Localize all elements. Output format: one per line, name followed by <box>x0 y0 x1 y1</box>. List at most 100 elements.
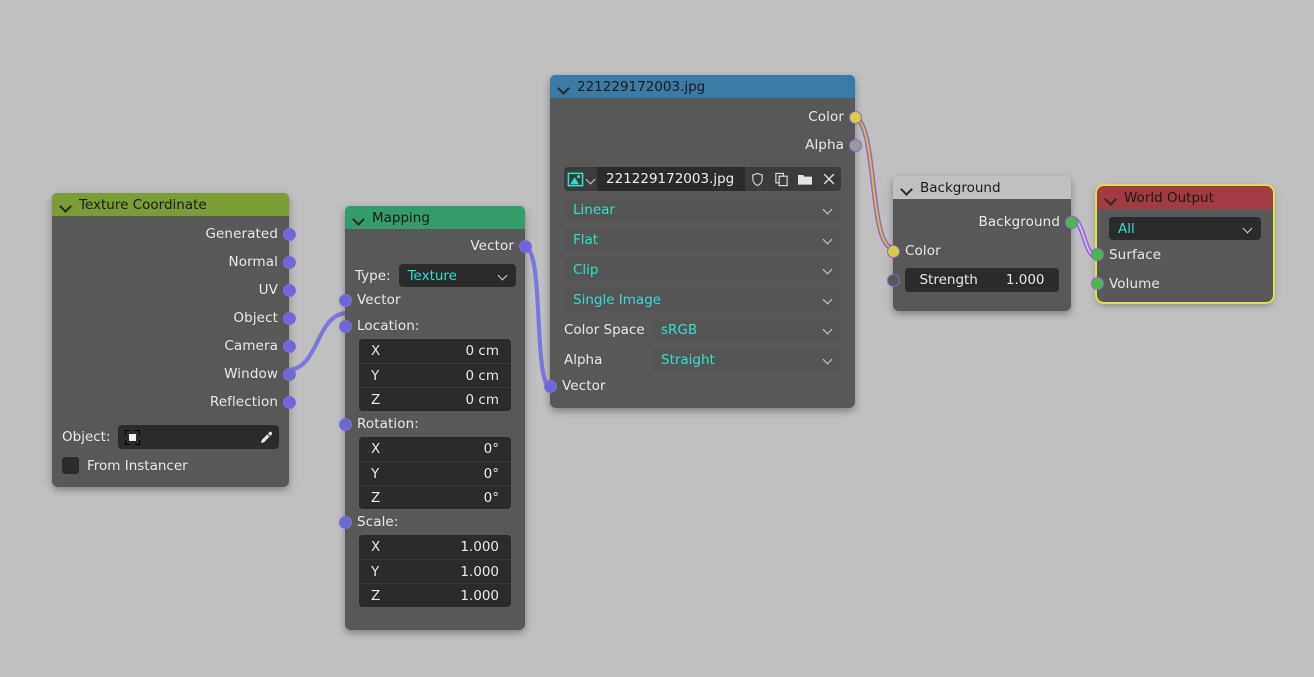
socket-row-object[interactable]: Object <box>52 304 296 332</box>
target-value: All <box>1118 220 1135 237</box>
socket-row-location[interactable]: Location: <box>338 313 525 339</box>
socket-row-volume[interactable]: Volume <box>1090 269 1273 298</box>
alpha-mode-value: Straight <box>661 351 715 368</box>
alpha-mode-label: Alpha <box>564 351 603 368</box>
image-datablock-name[interactable]: 221229172003.jpg <box>597 167 745 191</box>
node-background[interactable]: Background Background Color Strength 1.0… <box>886 176 1078 311</box>
node-header-mapping[interactable]: Mapping <box>345 206 525 229</box>
socket-label-window: Window <box>224 366 278 382</box>
input-socket-color[interactable] <box>886 244 900 258</box>
node-world-output[interactable]: World Output All Surface Volume <box>1090 184 1275 304</box>
location-z-field[interactable]: Z 0 cm <box>359 387 511 411</box>
type-dropdown-value: Texture <box>407 267 457 284</box>
input-socket-location[interactable] <box>338 319 352 333</box>
unlink-image-button[interactable] <box>817 167 841 191</box>
socket-row-color-input[interactable]: Color <box>886 236 1071 266</box>
socket-row-scale[interactable]: Scale: <box>338 509 525 535</box>
node-mapping[interactable]: Mapping Vector Type: Texture Vector Loca… <box>338 206 532 630</box>
socket-row-vector-input[interactable]: Vector <box>338 287 525 313</box>
projection-dropdown[interactable]: Flat <box>564 228 841 251</box>
chevron-down-icon[interactable] <box>558 81 570 93</box>
color-space-value: sRGB <box>661 321 698 338</box>
target-dropdown[interactable]: All <box>1109 217 1261 240</box>
input-socket-scale[interactable] <box>338 515 352 529</box>
output-socket-generated[interactable] <box>282 227 296 241</box>
location-y-field[interactable]: Y 0 cm <box>359 363 511 387</box>
extension-dropdown[interactable]: Clip <box>564 258 841 281</box>
object-field[interactable] <box>117 425 279 449</box>
source-dropdown[interactable]: Single Image <box>564 288 841 311</box>
socket-row-reflection[interactable]: Reflection <box>52 388 296 416</box>
type-dropdown[interactable]: Texture <box>398 264 516 287</box>
node-editor-canvas[interactable]: Texture Coordinate Generated Normal UV O… <box>0 0 1314 677</box>
rotation-z-field[interactable]: Z 0° <box>359 485 511 509</box>
node-header-background[interactable]: Background <box>893 176 1071 199</box>
input-socket-surface[interactable] <box>1090 248 1104 261</box>
color-space-dropdown[interactable]: sRGB <box>652 318 841 341</box>
link-imagetex-color-to-background-color-core <box>852 116 894 249</box>
fake-user-button[interactable] <box>745 167 769 191</box>
socket-row-normal[interactable]: Normal <box>52 248 296 276</box>
input-socket-volume[interactable] <box>1090 277 1104 290</box>
open-image-button[interactable] <box>793 167 817 191</box>
input-socket-vector[interactable] <box>543 379 557 393</box>
output-socket-vector[interactable] <box>518 239 532 253</box>
socket-row-surface[interactable]: Surface <box>1090 240 1273 269</box>
node-header-world-output[interactable]: World Output <box>1097 186 1273 209</box>
output-socket-uv[interactable] <box>282 283 296 297</box>
socket-row-window[interactable]: Window <box>52 360 296 388</box>
socket-row-generated[interactable]: Generated <box>52 220 296 248</box>
socket-row-rotation[interactable]: Rotation: <box>338 411 525 437</box>
node-header-texture-coordinate[interactable]: Texture Coordinate <box>52 193 289 216</box>
output-socket-background[interactable] <box>1064 215 1078 229</box>
output-socket-window[interactable] <box>282 367 296 381</box>
socket-label-reflection: Reflection <box>209 394 278 410</box>
link-mapping-vector-to-imagetex-vector <box>524 245 553 392</box>
eyedropper-icon[interactable] <box>258 430 273 445</box>
rotation-y-field[interactable]: Y 0° <box>359 461 511 485</box>
alpha-mode-dropdown[interactable]: Straight <box>652 348 841 371</box>
color-space-label: Color Space <box>564 321 645 338</box>
node-image-texture[interactable]: 221229172003.jpg Color Alpha 22122917200… <box>543 75 862 408</box>
rotation-x-field[interactable]: X 0° <box>359 437 511 461</box>
socket-row-background-output[interactable]: Background <box>893 208 1078 236</box>
output-socket-color[interactable] <box>848 110 862 124</box>
socket-row-vector-output[interactable]: Vector <box>345 232 532 260</box>
node-texture-coordinate[interactable]: Texture Coordinate Generated Normal UV O… <box>52 193 296 487</box>
input-socket-strength[interactable] <box>886 273 900 287</box>
rotation-fields: X 0° Y 0° Z 0° <box>359 437 511 509</box>
interpolation-dropdown[interactable]: Linear <box>564 198 841 221</box>
strength-field[interactable]: Strength 1.000 <box>905 268 1059 292</box>
rotation-x-value: 0° <box>483 441 499 457</box>
socket-row-vector-input[interactable]: Vector <box>543 371 855 401</box>
chevron-down-icon <box>498 270 509 281</box>
rotation-x-axis: X <box>371 441 381 457</box>
input-socket-vector[interactable] <box>338 293 352 307</box>
image-datablock-browse-button[interactable] <box>564 167 597 191</box>
node-header-image-texture[interactable]: 221229172003.jpg <box>550 75 855 98</box>
chevron-down-icon <box>823 324 834 335</box>
socket-row-camera[interactable]: Camera <box>52 332 296 360</box>
chevron-down-icon[interactable] <box>60 199 72 211</box>
output-socket-object[interactable] <box>282 311 296 325</box>
input-socket-rotation[interactable] <box>338 417 352 431</box>
scale-y-field[interactable]: Y 1.000 <box>359 559 511 583</box>
socket-row-uv[interactable]: UV <box>52 276 296 304</box>
duplicate-datablock-button[interactable] <box>769 167 793 191</box>
location-x-field[interactable]: X 0 cm <box>359 339 511 363</box>
socket-row-alpha-output[interactable]: Alpha <box>550 131 862 159</box>
scale-z-field[interactable]: Z 1.000 <box>359 583 511 607</box>
from-instancer-checkbox[interactable] <box>62 457 79 474</box>
from-instancer-row[interactable]: From Instancer <box>52 449 289 474</box>
socket-label-uv: UV <box>258 282 278 298</box>
output-socket-reflection[interactable] <box>282 395 296 409</box>
chevron-down-icon[interactable] <box>353 212 365 224</box>
socket-row-color-output[interactable]: Color <box>550 103 862 131</box>
output-socket-normal[interactable] <box>282 255 296 269</box>
output-socket-alpha[interactable] <box>848 138 862 152</box>
scale-x-field[interactable]: X 1.000 <box>359 535 511 559</box>
link-imagetex-color-to-background-color <box>852 114 894 251</box>
chevron-down-icon[interactable] <box>1105 192 1117 204</box>
output-socket-camera[interactable] <box>282 339 296 353</box>
chevron-down-icon[interactable] <box>901 182 913 194</box>
